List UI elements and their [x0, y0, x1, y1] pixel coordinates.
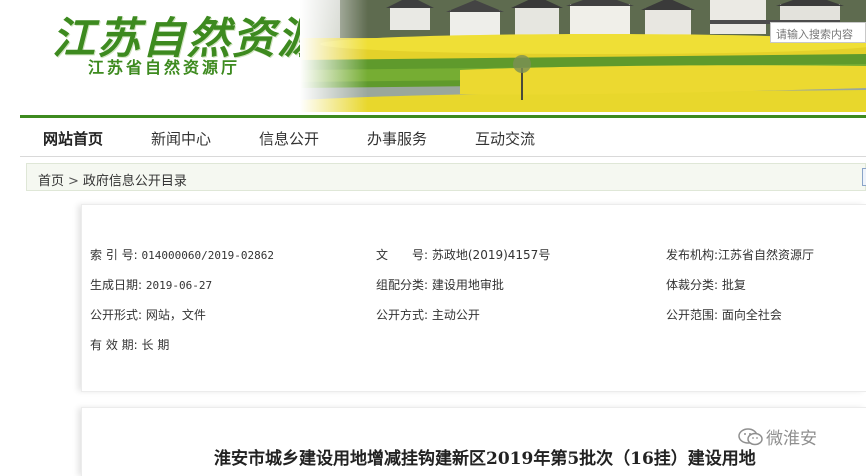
meta-publisher-value: 江苏省自然资源厅	[718, 248, 815, 262]
meta-index-label: 索 引 号:	[90, 248, 138, 262]
meta-genre-value: 批复	[721, 278, 746, 292]
meta-scope-label: 公开范围:	[666, 308, 719, 322]
breadcrumb-separator-icon: >	[68, 174, 79, 189]
meta-method-value: 主动公开	[431, 308, 480, 322]
nav-item-interaction[interactable]: 互动交流	[475, 128, 535, 149]
nav-item-services[interactable]: 办事服务	[367, 128, 427, 149]
watermark-text: 微淮安	[766, 429, 817, 449]
meta-validity-value: 长 期	[141, 338, 170, 352]
meta-doc-label: 文 号:	[376, 248, 429, 262]
meta-date-label: 生成日期:	[90, 278, 143, 292]
meta-genre-label: 体裁分类:	[666, 278, 719, 292]
search-input[interactable]: 请输入搜索内容	[770, 22, 866, 43]
breadcrumb: 首页 > 政府信息公开目录	[26, 163, 866, 191]
meta-doc-number: 文 号: 苏政地(2019)4157号	[376, 246, 550, 263]
site-logo-subtitle: 江苏省自然资源厅	[88, 58, 241, 77]
meta-method: 公开方式: 主动公开	[376, 306, 480, 323]
meta-validity: 有 效 期: 长 期	[90, 336, 169, 353]
main-nav: 网站首页 新闻中心 信息公开 办事服务 互动交流	[20, 115, 866, 157]
meta-doc-value: 苏政地(2019)4157号	[431, 248, 551, 262]
article-title: 淮安市城乡建设用地增减挂钩建新区2019年第5批次（16挂）建设用地	[214, 449, 756, 469]
meta-form-label: 公开形式:	[90, 308, 143, 322]
meta-form: 公开形式: 网站，文件	[90, 306, 206, 323]
breadcrumb-current[interactable]: 政府信息公开目录	[83, 170, 187, 189]
meta-category: 组配分类: 建设用地审批	[376, 276, 504, 293]
meta-genre: 体裁分类: 批复	[666, 276, 746, 293]
nav-item-news[interactable]: 新闻中心	[151, 128, 211, 149]
site-header: 江苏自然资源 江苏省自然资源厅 请输入搜索内容	[0, 0, 866, 112]
meta-index-value: 014000060/2019-02862	[141, 249, 274, 262]
nav-item-home[interactable]: 网站首页	[43, 128, 103, 149]
meta-publisher: 发布机构:江苏省自然资源厅	[666, 246, 814, 263]
meta-category-label: 组配分类:	[376, 278, 429, 292]
meta-scope-value: 面向全社会	[721, 308, 782, 322]
header-banner-image	[300, 0, 866, 112]
meta-validity-label: 有 效 期:	[90, 338, 138, 352]
meta-date: 生成日期: 2019-06-27	[90, 276, 212, 293]
meta-date-value: 2019-06-27	[145, 279, 213, 292]
meta-category-value: 建设用地审批	[431, 278, 504, 292]
meta-publisher-label: 发布机构:	[666, 248, 719, 262]
breadcrumb-home-link[interactable]: 首页	[38, 170, 64, 189]
meta-index: 索 引 号: 014000060/2019-02862	[90, 246, 274, 263]
meta-scope: 公开范围: 面向全社会	[666, 306, 782, 323]
document-metadata-panel: 索 引 号: 014000060/2019-02862 文 号: 苏政地(201…	[82, 205, 866, 391]
watermark: 微淮安	[738, 424, 817, 449]
wechat-icon	[738, 428, 763, 446]
breadcrumb-edge-button[interactable]	[862, 168, 866, 186]
nav-item-info-disclosure[interactable]: 信息公开	[259, 128, 319, 149]
meta-form-value: 网站，文件	[145, 308, 206, 322]
meta-method-label: 公开方式:	[376, 308, 429, 322]
